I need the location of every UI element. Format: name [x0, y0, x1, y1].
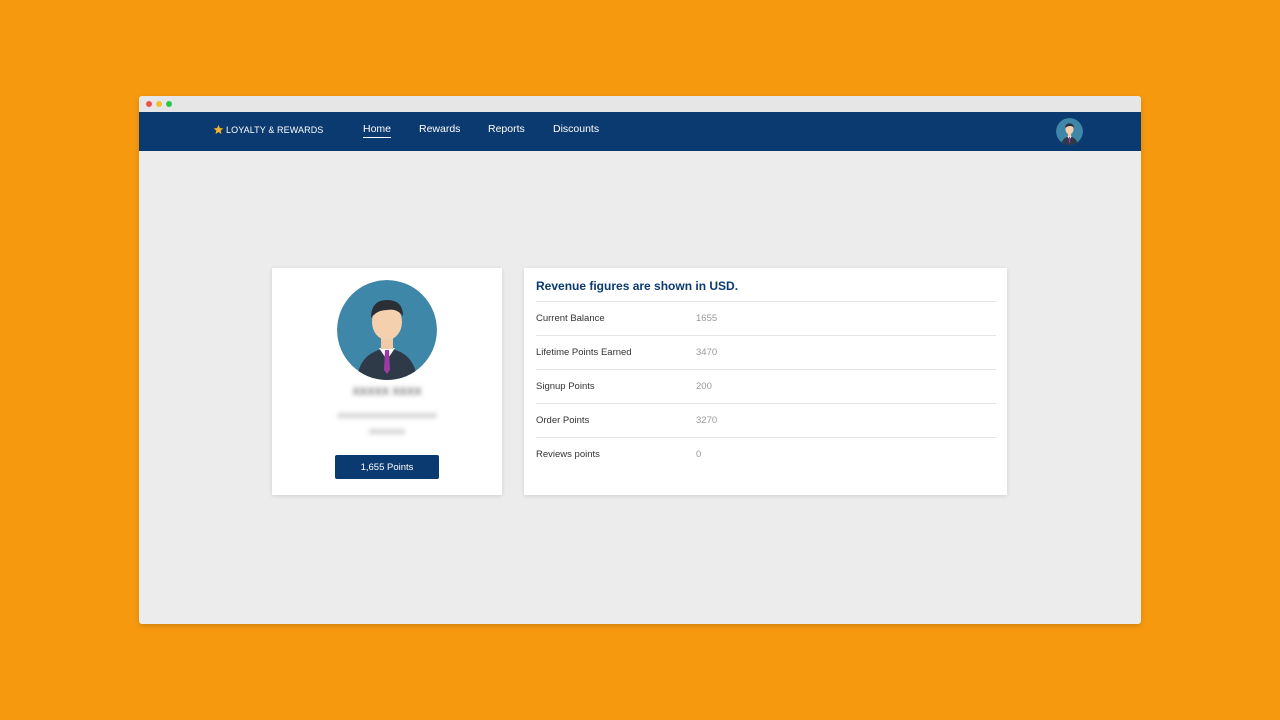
profile-name: XXXXX XXXX: [352, 386, 422, 398]
stats-value: 1655: [696, 313, 718, 324]
stats-row-lifetime-points: Lifetime Points Earned 3470: [536, 335, 996, 369]
browser-window: LOYALTY & REWARDS Home Rewards Reports D…: [139, 96, 1141, 624]
minimize-window-button[interactable]: [156, 101, 162, 107]
nav-rewards[interactable]: Rewards: [419, 123, 460, 137]
user-avatar-icon: [337, 280, 437, 380]
stats-label: Current Balance: [536, 313, 605, 324]
stats-value: 3270: [696, 415, 718, 426]
nav-reports[interactable]: Reports: [488, 123, 525, 137]
stats-label: Signup Points: [536, 381, 595, 392]
nav-discounts[interactable]: Discounts: [553, 123, 599, 137]
stats-value: 3470: [696, 347, 718, 358]
window-titlebar: [139, 96, 1141, 112]
profile-detail: xxxxxxxx: [369, 426, 405, 436]
stats-title: Revenue figures are shown in USD.: [536, 279, 739, 293]
stats-row-current-balance: Current Balance 1655: [536, 301, 996, 335]
nav-home[interactable]: Home: [363, 123, 392, 138]
stats-card: Revenue figures are shown in USD. Curren…: [524, 268, 1007, 495]
top-navbar: LOYALTY & REWARDS Home Rewards Reports D…: [139, 112, 1141, 151]
stats-value: 0: [696, 449, 702, 460]
stats-row-order-points: Order Points 3270: [536, 403, 996, 437]
stats-row-reviews-points: Reviews points 0: [536, 437, 996, 471]
stats-value: 200: [696, 381, 712, 392]
maximize-window-button[interactable]: [166, 101, 172, 107]
stats-label: Lifetime Points Earned: [536, 347, 632, 358]
stats-label: Order Points: [536, 415, 590, 426]
stats-table: Current Balance 1655 Lifetime Points Ear…: [536, 301, 996, 471]
brand-name: LOYALTY & REWARDS: [226, 124, 324, 135]
points-button[interactable]: 1,655 Points: [335, 455, 439, 479]
star-icon: [213, 124, 224, 134]
user-avatar-icon[interactable]: [1056, 118, 1083, 145]
stats-row-signup-points: Signup Points 200: [536, 369, 996, 403]
profile-email: xxxxxxxxxxxxxxxxxxxxxx: [337, 410, 437, 420]
profile-card: XXXXX XXXX xxxxxxxxxxxxxxxxxxxxxx xxxxxx…: [272, 268, 502, 495]
stats-label: Reviews points: [536, 449, 600, 460]
close-window-button[interactable]: [146, 101, 152, 107]
brand-logo[interactable]: LOYALTY & REWARDS: [213, 124, 323, 135]
